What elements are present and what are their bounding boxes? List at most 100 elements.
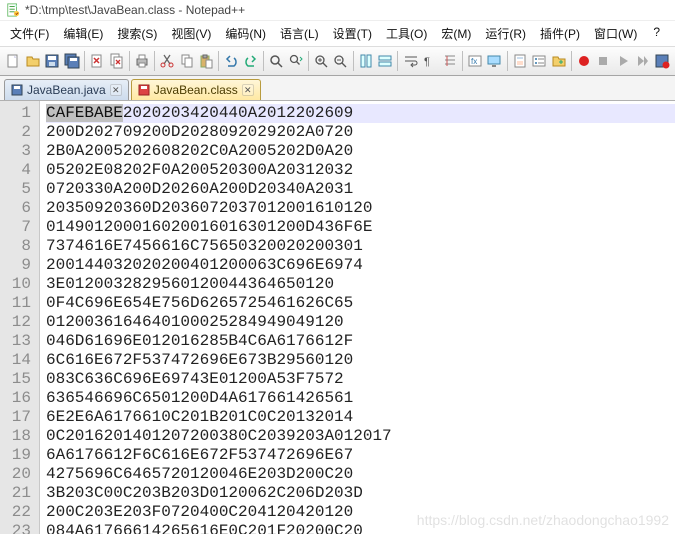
- line-number: 7: [10, 218, 31, 237]
- code-line[interactable]: 014901200016020016016301200D436F6E: [46, 218, 675, 237]
- toolbar-separator: [571, 51, 572, 71]
- code-line[interactable]: 0F4C696E654E756D6265725461626C65: [46, 294, 675, 313]
- code-line[interactable]: 200C203E203F0720400C204120420120: [46, 503, 675, 522]
- tabbar: JavaBean.java✕ JavaBean.class ✕: [0, 76, 675, 101]
- code-line[interactable]: 636546696C6501200D4A617661426561: [46, 389, 675, 408]
- copy-icon[interactable]: [177, 50, 196, 72]
- find-icon[interactable]: [267, 50, 286, 72]
- close-all-icon[interactable]: [107, 50, 126, 72]
- zoom-out-icon[interactable]: [331, 50, 350, 72]
- code-line[interactable]: 4275696C6465720120046E203D200C20: [46, 465, 675, 484]
- code-line[interactable]: 083C636C696E69743E01200A53F7572: [46, 370, 675, 389]
- tab[interactable]: JavaBean.java✕: [4, 79, 129, 100]
- code-line[interactable]: 3E0120032829560120044364650120: [46, 275, 675, 294]
- save-all-icon[interactable]: [63, 50, 82, 72]
- sync-h-icon[interactable]: [376, 50, 395, 72]
- zoom-in-icon[interactable]: [312, 50, 331, 72]
- replace-icon[interactable]: [286, 50, 305, 72]
- code-line[interactable]: 6A6176612F6C616E672F537472696E67: [46, 446, 675, 465]
- menu-macro[interactable]: 宏(M): [435, 23, 477, 44]
- line-number: 3: [10, 142, 31, 161]
- code-line[interactable]: 2B0A2005202608202C0A2005202D0A20: [46, 142, 675, 161]
- code-line[interactable]: 0120036164640100025284949049120: [46, 313, 675, 332]
- line-number: 10: [10, 275, 31, 294]
- tab-label: JavaBean.class: [154, 83, 238, 97]
- line-number: 12: [10, 313, 31, 332]
- code-line[interactable]: 046D61696E012016285B4C6A6176612F: [46, 332, 675, 351]
- folder-icon[interactable]: [549, 50, 568, 72]
- menubar: 文件(F) 编辑(E) 搜索(S) 视图(V) 编码(N) 语言(L) 设置(T…: [0, 21, 675, 46]
- menu-help[interactable]: ?: [645, 23, 668, 44]
- tab-close-icon[interactable]: ✕: [242, 84, 254, 96]
- macro-stop-icon[interactable]: [594, 50, 613, 72]
- app-icon: [6, 3, 20, 17]
- line-number: 16: [10, 389, 31, 408]
- menu-window[interactable]: 窗口(W): [588, 23, 643, 44]
- monitor-icon[interactable]: [485, 50, 504, 72]
- menu-settings[interactable]: 设置(T): [327, 23, 378, 44]
- code-line[interactable]: 0C2016201401207200380C2039203A012017: [46, 427, 675, 446]
- sync-v-icon[interactable]: [356, 50, 375, 72]
- menu-plugins[interactable]: 插件(P): [534, 23, 586, 44]
- line-number: 9: [10, 256, 31, 275]
- func-list-icon[interactable]: [530, 50, 549, 72]
- menu-edit[interactable]: 编辑(E): [57, 23, 109, 44]
- save-icon[interactable]: [43, 50, 62, 72]
- code-line[interactable]: 200D202709200D2028092029202A0720: [46, 123, 675, 142]
- macro-run-icon[interactable]: [633, 50, 652, 72]
- macro-rec-icon[interactable]: [575, 50, 594, 72]
- line-number: 15: [10, 370, 31, 389]
- menu-tools[interactable]: 工具(O): [380, 23, 433, 44]
- tab-close-icon[interactable]: ✕: [110, 84, 122, 96]
- lang-icon[interactable]: fx: [466, 50, 485, 72]
- menu-search[interactable]: 搜索(S): [111, 23, 163, 44]
- code-line[interactable]: CAFEBABE2020203420440A2012202609: [46, 104, 675, 123]
- redo-icon[interactable]: [242, 50, 261, 72]
- code-line[interactable]: 05202E08202F0A200520300A20312032: [46, 161, 675, 180]
- toolbar-separator: [308, 51, 309, 71]
- undo-icon[interactable]: [222, 50, 241, 72]
- open-file-icon[interactable]: [24, 50, 43, 72]
- tab[interactable]: JavaBean.class ✕: [131, 79, 261, 100]
- toolbar-separator: [397, 51, 398, 71]
- close-icon[interactable]: [88, 50, 107, 72]
- code-line[interactable]: 20350920360D2036072037012001610120: [46, 199, 675, 218]
- code-line[interactable]: 7374616E7456616C75650320020200301: [46, 237, 675, 256]
- line-number: 18: [10, 427, 31, 446]
- macro-save-icon[interactable]: [653, 50, 672, 72]
- toolbar-separator: [129, 51, 130, 71]
- code-area[interactable]: CAFEBABE2020203420440A2012202609200D2027…: [40, 101, 675, 534]
- menu-encoding[interactable]: 编码(N): [219, 23, 272, 44]
- wordwrap-icon[interactable]: [401, 50, 420, 72]
- toolbar: ¶ fx: [0, 46, 675, 76]
- code-line[interactable]: 6C616E672F537472696E673B29560120: [46, 351, 675, 370]
- code-line[interactable]: 200144032020200401200063C696E6974: [46, 256, 675, 275]
- saved-icon: [11, 84, 23, 96]
- toolbar-separator: [462, 51, 463, 71]
- line-number: 5: [10, 180, 31, 199]
- macro-play-icon[interactable]: [614, 50, 633, 72]
- line-number: 22: [10, 503, 31, 522]
- line-number: 21: [10, 484, 31, 503]
- new-file-icon[interactable]: [4, 50, 23, 72]
- menu-language[interactable]: 语言(L): [274, 23, 325, 44]
- line-number: 1: [10, 104, 31, 123]
- indent-guide-icon[interactable]: [440, 50, 459, 72]
- line-number: 14: [10, 351, 31, 370]
- toolbar-separator: [507, 51, 508, 71]
- cut-icon[interactable]: [158, 50, 177, 72]
- paste-icon[interactable]: [197, 50, 216, 72]
- menu-view[interactable]: 视图(V): [165, 23, 217, 44]
- gutter: 1234567891011121314151617181920212223242…: [0, 101, 40, 534]
- code-line[interactable]: 084A61766614265616E0C201F20200C20: [46, 522, 675, 534]
- menu-run[interactable]: 运行(R): [479, 23, 532, 44]
- doc-map-icon[interactable]: [510, 50, 529, 72]
- toolbar-separator: [263, 51, 264, 71]
- code-line[interactable]: 6E2E6A6176610C201B201C0C20132014: [46, 408, 675, 427]
- show-all-icon[interactable]: ¶: [421, 50, 440, 72]
- code-line[interactable]: 3B203C00C203B203D0120062C206D203D: [46, 484, 675, 503]
- menu-file[interactable]: 文件(F): [4, 23, 55, 44]
- selection: CAFEBABE: [46, 104, 123, 122]
- print-icon[interactable]: [133, 50, 152, 72]
- code-line[interactable]: 0720330A200D20260A200D20340A2031: [46, 180, 675, 199]
